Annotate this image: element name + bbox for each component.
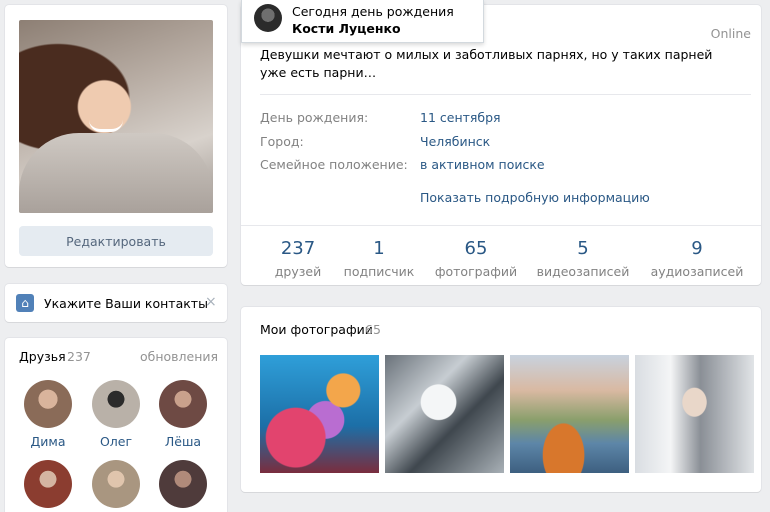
stat-label: подписчик [343,264,415,279]
close-icon[interactable]: × [205,294,217,310]
avatar-card: Редактировать [5,5,227,267]
friend-avatar [92,380,140,428]
birthday-notification[interactable]: Сегодня день рождения Кости Луценко [241,0,484,43]
friends-title[interactable]: Друзья [19,349,66,364]
stat-label: фотографий [434,264,518,279]
edit-profile-button[interactable]: Редактировать [19,226,213,256]
friend-avatar [24,380,72,428]
city-value[interactable]: Челябинск [420,134,490,149]
contacts-prompt[interactable]: ⌂ Укажите Ваши контакты × [5,284,227,322]
birthday-text: Сегодня день рождения Кости Луценко [292,3,477,37]
friends-updates-link[interactable]: обновления [140,349,218,364]
friend-avatar [92,460,140,508]
profile-status-text[interactable]: Девушки мечтают о милых и заботливых пар… [260,46,740,82]
photos-count: 65 [365,322,381,337]
avatar-smile [89,120,123,132]
stat-followers[interactable]: 1 подписчик [327,238,431,279]
friend-item[interactable] [18,460,78,508]
contacts-prompt-label[interactable]: Укажите Ваши контакты [44,296,208,311]
birthday-prefix: Сегодня день рождения [292,4,454,19]
friend-avatar [24,460,72,508]
friend-avatar [159,380,207,428]
friend-item[interactable] [86,460,146,508]
photos-title[interactable]: Мои фотографии [260,322,373,337]
avatar-sweater [19,133,213,213]
divider [260,94,751,95]
stat-audios[interactable]: 9 аудиозаписей [645,238,749,279]
stat-videos[interactable]: 5 видеозаписей [531,238,635,279]
friend-item[interactable] [153,460,213,508]
birthday-avatar [254,4,282,32]
home-icon: ⌂ [16,294,34,312]
stat-photos[interactable]: 65 фотографий [424,238,528,279]
relationship-value[interactable]: в активном поиске [420,157,545,172]
friends-card: Друзья 237 обновления Дима Олег Лёша [5,338,227,512]
friend-item[interactable]: Дима [18,380,78,449]
stat-number: 9 [691,238,703,259]
friend-avatar [159,460,207,508]
stat-label: видеозаписей [536,264,630,279]
birthday-label: День рождения: [260,110,369,125]
divider [241,225,761,226]
friend-name: Дима [30,434,66,449]
stat-number: 65 [464,238,488,259]
city-label: Город: [260,134,304,149]
photo-thumbnail[interactable] [510,355,629,473]
online-status: Online [710,26,751,41]
photo-thumbnail[interactable] [635,355,754,473]
stat-label: аудиозаписей [650,264,744,279]
friend-name: Олег [99,434,133,449]
friend-name: Лёша [164,434,202,449]
stat-number: 1 [373,238,385,259]
profile-avatar[interactable] [19,20,213,213]
photo-thumbnail[interactable] [385,355,504,473]
birthday-value[interactable]: 11 сентября [420,110,501,125]
friend-item[interactable]: Лёша [153,380,213,449]
relationship-label: Семейное положение: [260,157,408,172]
photos-card: Мои фотографии 65 [241,307,761,492]
photo-thumbnail[interactable] [260,355,379,473]
show-more-info-link[interactable]: Показать подробную информацию [420,190,650,205]
stat-number: 5 [577,238,589,259]
profile-info-card: Online Девушки мечтают о милых и заботли… [241,5,761,285]
birthday-name-link[interactable]: Кости Луценко [292,21,401,36]
friends-count: 237 [67,349,91,364]
friend-item[interactable]: Олег [86,380,146,449]
